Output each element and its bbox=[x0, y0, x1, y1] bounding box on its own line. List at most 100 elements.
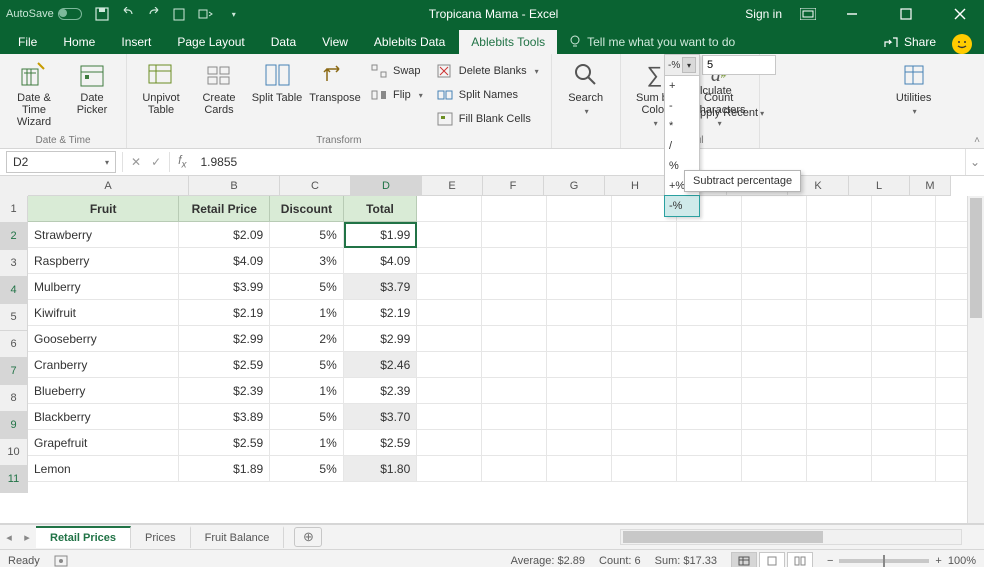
expand-formula-bar-icon[interactable]: ⌄ bbox=[965, 149, 984, 175]
cell[interactable] bbox=[482, 378, 547, 404]
cell[interactable] bbox=[417, 274, 482, 300]
cell[interactable] bbox=[677, 222, 742, 248]
cell[interactable] bbox=[872, 222, 937, 248]
tab-home[interactable]: Home bbox=[51, 30, 107, 54]
cell[interactable] bbox=[417, 430, 482, 456]
row-header[interactable]: 9 bbox=[0, 412, 28, 439]
cell[interactable] bbox=[417, 222, 482, 248]
cell[interactable] bbox=[742, 222, 807, 248]
macro-record-icon[interactable] bbox=[54, 555, 68, 567]
chevron-down-icon[interactable]: ▾ bbox=[682, 57, 696, 73]
zoom-in-button[interactable]: + bbox=[935, 555, 941, 567]
cell[interactable]: $3.79 bbox=[344, 274, 418, 300]
calc-option[interactable]: - bbox=[665, 96, 699, 116]
fill-blank-button[interactable]: Fill Blank Cells bbox=[433, 108, 543, 130]
search-button[interactable]: Search▾ bbox=[560, 58, 612, 118]
utilities-button[interactable]: Utilities▾ bbox=[888, 58, 940, 118]
new-sheet-icon[interactable] bbox=[172, 6, 188, 22]
cell[interactable] bbox=[482, 222, 547, 248]
cell[interactable]: Raspberry bbox=[28, 248, 179, 274]
vertical-scrollbar[interactable] bbox=[967, 196, 984, 523]
cell[interactable]: $3.70 bbox=[344, 404, 418, 430]
cell[interactable] bbox=[482, 352, 547, 378]
cell[interactable]: 5% bbox=[270, 274, 344, 300]
cell[interactable]: 3% bbox=[270, 248, 344, 274]
cell[interactable]: Grapefruit bbox=[28, 430, 179, 456]
cell[interactable]: $2.09 bbox=[179, 222, 270, 248]
share-button[interactable]: Share bbox=[876, 30, 944, 54]
cell[interactable]: Lemon bbox=[28, 456, 179, 482]
cell[interactable]: Blackberry bbox=[28, 404, 179, 430]
maximize-button[interactable] bbox=[888, 0, 924, 28]
cell[interactable]: 5% bbox=[270, 456, 344, 482]
cell[interactable] bbox=[547, 378, 612, 404]
tab-page-layout[interactable]: Page Layout bbox=[165, 30, 256, 54]
tab-ablebits-data[interactable]: Ablebits Data bbox=[362, 30, 457, 54]
cell[interactable]: 1% bbox=[270, 430, 344, 456]
cell[interactable] bbox=[742, 326, 807, 352]
column-header[interactable]: G bbox=[544, 176, 605, 196]
cell[interactable] bbox=[742, 456, 807, 482]
cell[interactable] bbox=[807, 248, 872, 274]
formula-input[interactable]: 1.9855 bbox=[194, 155, 965, 169]
cell[interactable] bbox=[807, 456, 872, 482]
column-header[interactable]: D bbox=[351, 176, 422, 196]
horizontal-scrollbar[interactable] bbox=[620, 529, 962, 545]
row-header[interactable]: 5 bbox=[0, 304, 28, 331]
cell[interactable] bbox=[807, 326, 872, 352]
swap-button[interactable]: Swap bbox=[367, 60, 427, 82]
cell[interactable]: Mulberry bbox=[28, 274, 179, 300]
qat-chevron-icon[interactable]: ▾ bbox=[226, 6, 242, 22]
cell[interactable] bbox=[417, 196, 482, 222]
cell[interactable] bbox=[807, 222, 872, 248]
apply-recent-label-partial[interactable]: pply Recent bbox=[700, 107, 758, 119]
scrollbar-thumb[interactable] bbox=[970, 198, 982, 318]
page-layout-view-button[interactable] bbox=[759, 552, 785, 567]
create-cards-button[interactable]: Create Cards bbox=[193, 58, 245, 116]
row-header[interactable]: 7 bbox=[0, 358, 28, 385]
cell[interactable]: 5% bbox=[270, 404, 344, 430]
cell[interactable] bbox=[547, 326, 612, 352]
select-all-triangle[interactable] bbox=[0, 176, 29, 197]
calc-option[interactable]: -% bbox=[665, 196, 699, 216]
autosave-toggle[interactable]: AutoSave bbox=[6, 8, 82, 20]
cell[interactable]: Strawberry bbox=[28, 222, 179, 248]
cell[interactable] bbox=[742, 378, 807, 404]
tab-file[interactable]: File bbox=[6, 30, 49, 54]
cell[interactable] bbox=[872, 196, 937, 222]
zoom-level[interactable]: 100% bbox=[948, 555, 976, 567]
cell[interactable] bbox=[612, 404, 677, 430]
cell[interactable] bbox=[872, 456, 937, 482]
column-header[interactable]: M bbox=[910, 176, 951, 196]
cell[interactable] bbox=[482, 274, 547, 300]
cell[interactable]: Fruit bbox=[28, 196, 179, 222]
cell[interactable] bbox=[742, 300, 807, 326]
cell[interactable] bbox=[872, 430, 937, 456]
cell[interactable] bbox=[742, 352, 807, 378]
cell[interactable] bbox=[482, 430, 547, 456]
cell[interactable] bbox=[807, 300, 872, 326]
transpose-button[interactable]: Transpose bbox=[309, 58, 361, 104]
sheet-nav-prev-icon[interactable]: ▸ bbox=[18, 531, 36, 544]
add-sheet-button[interactable]: ⊕ bbox=[294, 527, 322, 547]
cell[interactable] bbox=[547, 456, 612, 482]
cell[interactable] bbox=[677, 404, 742, 430]
column-header[interactable]: B bbox=[189, 176, 280, 196]
cell[interactable]: $2.46 bbox=[344, 352, 418, 378]
cell[interactable] bbox=[612, 430, 677, 456]
close-button[interactable] bbox=[942, 0, 978, 28]
cell[interactable]: Kiwifruit bbox=[28, 300, 179, 326]
cell[interactable] bbox=[612, 326, 677, 352]
zoom-slider[interactable] bbox=[839, 559, 929, 563]
cell[interactable] bbox=[872, 378, 937, 404]
column-header[interactable]: F bbox=[483, 176, 544, 196]
cell[interactable]: $2.39 bbox=[344, 378, 418, 404]
cell[interactable] bbox=[547, 404, 612, 430]
cell[interactable] bbox=[807, 378, 872, 404]
tab-data[interactable]: Data bbox=[259, 30, 308, 54]
cell[interactable] bbox=[872, 248, 937, 274]
cell[interactable]: $3.89 bbox=[179, 404, 270, 430]
cell[interactable] bbox=[872, 300, 937, 326]
cell[interactable]: $2.39 bbox=[179, 378, 270, 404]
cell[interactable]: $2.19 bbox=[344, 300, 418, 326]
